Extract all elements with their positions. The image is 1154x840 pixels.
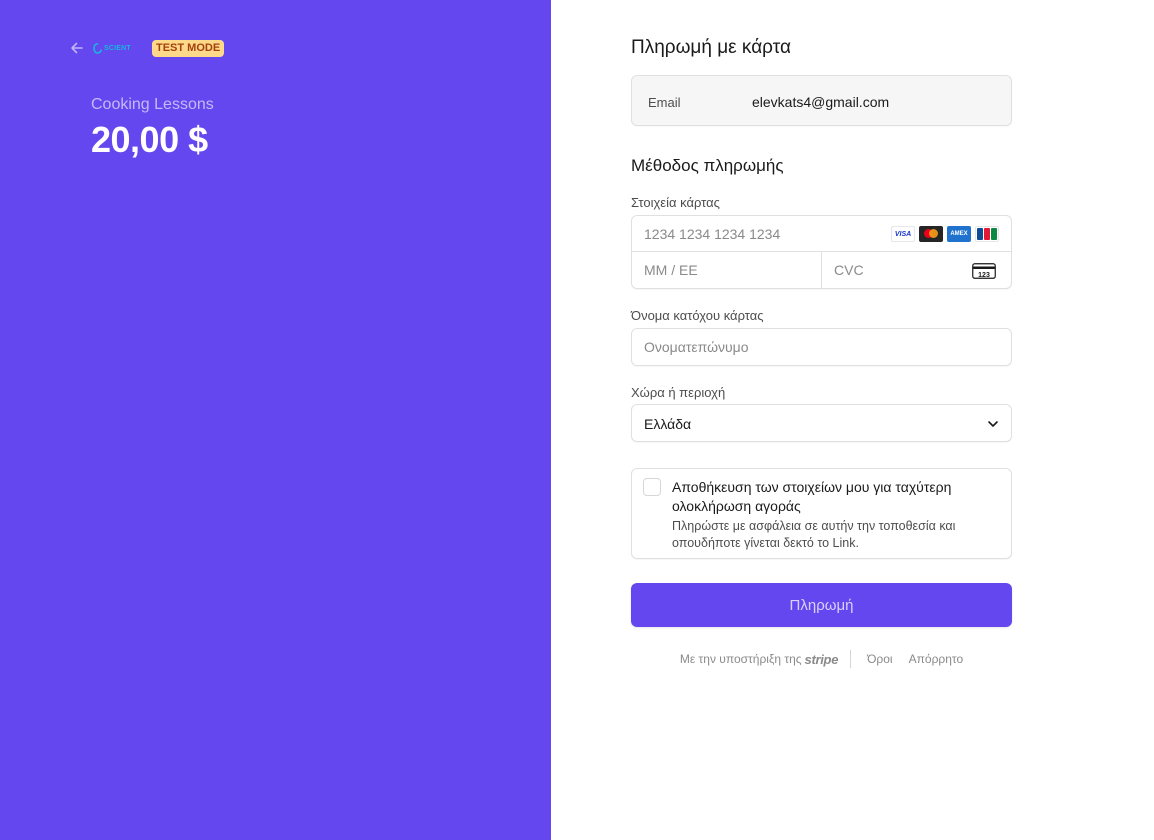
country-value: Ελλάδα (644, 416, 692, 432)
cvc-icon-text: 123 (978, 272, 990, 279)
powered-by-text: Με την υποστήριξη της (679, 652, 802, 666)
email-value: elevkats4@gmail.com (752, 94, 890, 110)
privacy-link[interactable]: Απόρρητο (909, 652, 964, 666)
save-info-box: Αποθήκευση των στοιχείων μου για ταχύτερ… (631, 468, 1012, 559)
card-info-label: Στοιχεία κάρτας (631, 195, 720, 210)
powered-by[interactable]: Με την υποστήριξη της stripe (679, 651, 839, 667)
footer-divider (850, 650, 852, 668)
product-name: Cooking Lessons (91, 96, 214, 113)
back-arrow-icon[interactable] (69, 40, 85, 56)
payment-method-title: Μέθοδος πληρωμής (631, 156, 784, 175)
mastercard-icon (919, 226, 943, 242)
cvc-card-icon: 123 (972, 263, 996, 279)
card-details-group: VISA AMEX 123 (631, 215, 1012, 289)
visa-icon: VISA (891, 226, 915, 242)
card-brands: VISA AMEX (891, 226, 999, 242)
merchant-logo[interactable]: SCIENT (93, 40, 131, 56)
save-info-description: Πληρώστε με ασφάλεια σε αυτήν την τοποθε… (672, 519, 956, 550)
logo-wordmark: SCIENT (104, 44, 131, 52)
footer: Με την υποστήριξη της stripe Όροι Απόρρη… (631, 649, 1012, 669)
country-select[interactable]: Ελλάδα (631, 404, 1012, 442)
checkout-panel: Πληρωμή με κάρτα Email elevkats4@gmail.c… (551, 0, 1154, 840)
amex-icon: AMEX (947, 226, 971, 242)
merchant-panel: SCIENT TEST MODE Cooking Lessons 20,00 $ (0, 0, 551, 840)
product-price: 20,00 $ (91, 119, 208, 160)
save-info-checkbox[interactable] (643, 478, 661, 496)
country-label: Χώρα ή περιοχή (631, 385, 726, 400)
logo-mark-icon (93, 42, 102, 54)
stripe-logo: stripe (804, 651, 839, 667)
page-title: Πληρωμή με κάρτα (631, 37, 791, 58)
email-label: Email (648, 95, 681, 110)
save-info-title[interactable]: Αποθήκευση των στοιχείων μου για ταχύτερ… (672, 478, 992, 516)
chevron-down-icon (988, 421, 998, 427)
test-mode-badge: TEST MODE (152, 40, 225, 57)
card-expiry-input[interactable] (632, 252, 822, 288)
terms-link[interactable]: Όροι (867, 652, 892, 666)
cardholder-name-input[interactable] (631, 328, 1012, 366)
pay-button[interactable]: Πληρωμή (631, 583, 1012, 627)
jcb-icon (975, 226, 999, 242)
cardholder-label: Όνομα κατόχου κάρτας (631, 308, 764, 323)
email-row: Email elevkats4@gmail.com (631, 75, 1012, 126)
